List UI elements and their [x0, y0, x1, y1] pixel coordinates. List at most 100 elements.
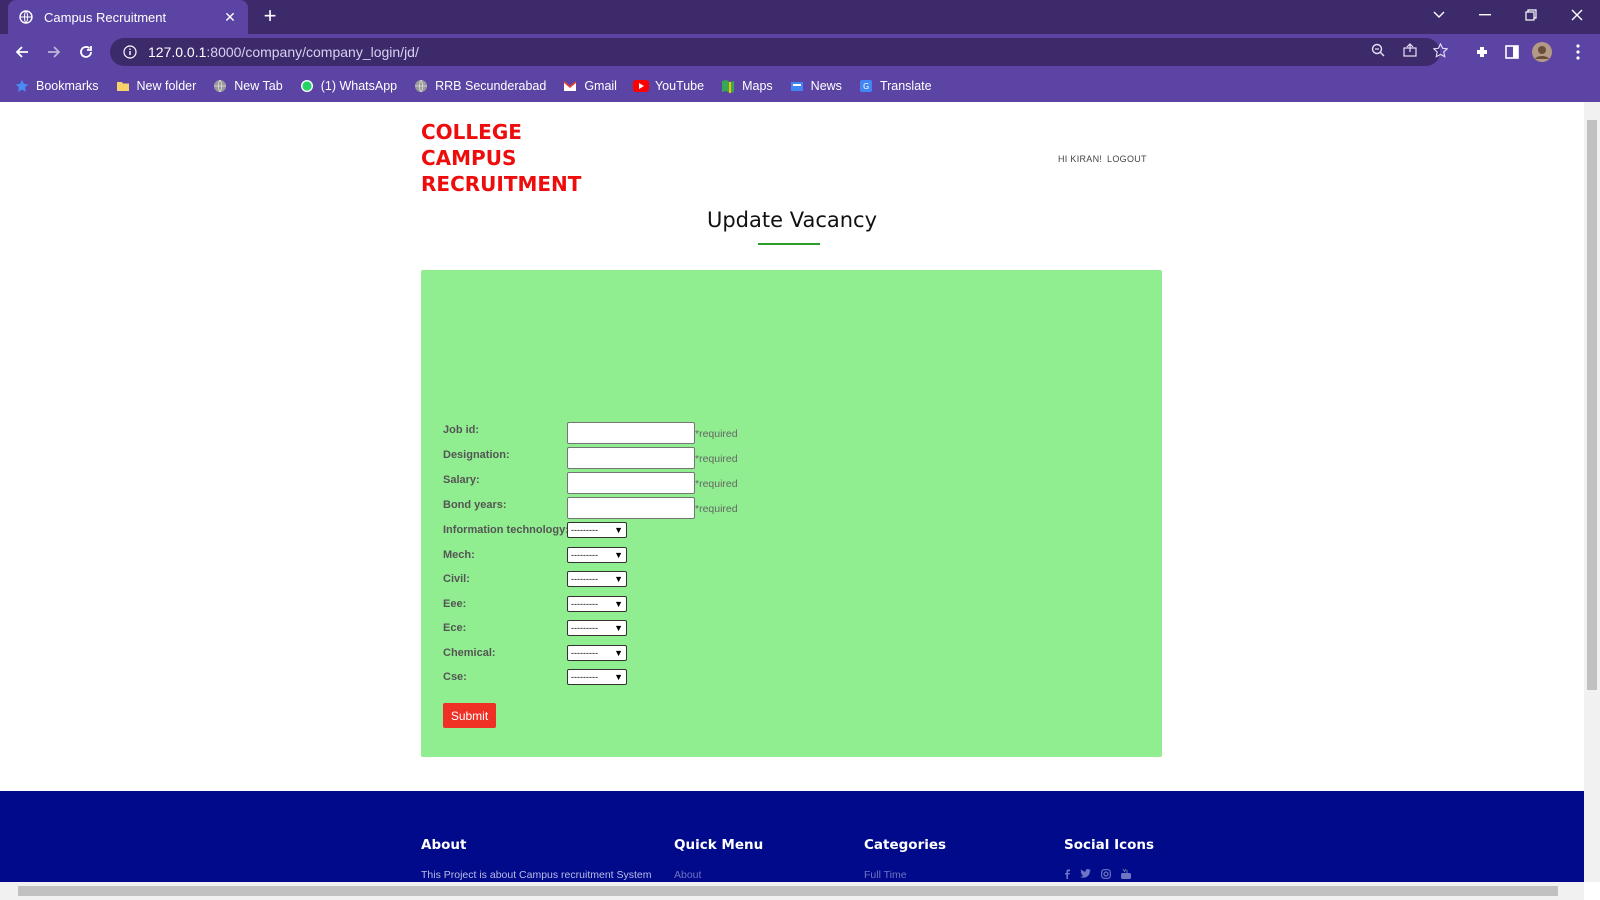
menu-icon[interactable]: [1566, 40, 1590, 64]
form-row-designation: Designation: *required: [443, 447, 738, 469]
bookmark-item[interactable]: New folder: [115, 78, 196, 94]
youtube-icon[interactable]: [1121, 868, 1131, 882]
bookmark-label: News: [810, 79, 842, 93]
ece-select[interactable]: --------- ▼: [567, 620, 627, 636]
back-icon[interactable]: [10, 40, 34, 64]
vertical-scrollbar[interactable]: [1584, 102, 1600, 882]
url-host: 127.0.0.1: [148, 44, 207, 60]
footer-link[interactable]: Full Time: [864, 869, 946, 881]
select-value: ---------: [571, 672, 598, 682]
restore-icon[interactable]: [1508, 0, 1554, 30]
zoom-icon[interactable]: [1368, 40, 1388, 60]
browser-tab[interactable]: Campus Recruitment ✕: [8, 0, 248, 34]
horizontal-scrollbar[interactable]: [0, 882, 1584, 900]
bookmark-star-icon[interactable]: [1430, 40, 1450, 60]
tab-title: Campus Recruitment: [44, 9, 167, 25]
reload-icon[interactable]: [74, 40, 98, 64]
scrollbar-thumb[interactable]: [1587, 120, 1597, 690]
scrollbar-thumb[interactable]: [18, 886, 1558, 896]
mech-label: Mech:: [443, 549, 475, 561]
instagram-icon[interactable]: [1101, 869, 1111, 882]
bond-years-label: Bond years:: [443, 499, 507, 511]
submit-button[interactable]: Submit: [443, 703, 496, 728]
form-row-cse: Cse: --------- ▼: [443, 669, 627, 691]
mech-select[interactable]: --------- ▼: [567, 547, 627, 563]
globe-icon: [18, 9, 34, 25]
bookmark-label: New Tab: [234, 79, 283, 93]
side-panel-icon[interactable]: [1500, 40, 1524, 64]
bookmark-item[interactable]: News: [789, 78, 842, 94]
site-logo[interactable]: COLLEGE CAMPUS RECRUITMENT: [421, 119, 581, 197]
tab-search-icon[interactable]: [1416, 0, 1462, 30]
logout-link[interactable]: LOGOUT: [1107, 154, 1147, 164]
social-icons: [1064, 868, 1154, 882]
bookmark-item[interactable]: (1) WhatsApp: [299, 78, 397, 94]
page-title: Update Vacancy: [706, 208, 878, 232]
site-info-icon[interactable]: [122, 44, 138, 60]
new-tab-button[interactable]: +: [258, 5, 282, 29]
gmail-icon: [562, 78, 578, 94]
civil-select[interactable]: --------- ▼: [567, 571, 627, 587]
bookmark-item[interactable]: New Tab: [212, 78, 283, 94]
footer-about: About This Project is about Campus recru…: [421, 837, 652, 881]
cse-select[interactable]: --------- ▼: [567, 669, 627, 685]
globe-icon: [413, 78, 429, 94]
chemical-select[interactable]: --------- ▼: [567, 645, 627, 661]
footer-link[interactable]: About: [674, 869, 763, 881]
footer-heading: About: [421, 837, 467, 853]
eee-select[interactable]: --------- ▼: [567, 596, 627, 612]
brand-line: COLLEGE: [421, 120, 522, 144]
whatsapp-icon: [299, 78, 315, 94]
bond-years-input[interactable]: [567, 497, 695, 519]
required-note: *required: [695, 478, 738, 490]
chevron-down-icon: ▼: [614, 672, 623, 682]
translate-icon: G: [858, 78, 874, 94]
salary-input[interactable]: [567, 472, 695, 494]
form-row-chemical: Chemical: --------- ▼: [443, 645, 627, 667]
select-value: ---------: [571, 550, 598, 560]
user-greeting: HI KIRAN!: [1058, 154, 1103, 164]
svg-text:G: G: [863, 82, 869, 91]
designation-input[interactable]: [567, 447, 695, 469]
select-value: ---------: [571, 623, 598, 633]
bookmark-label: Gmail: [584, 79, 617, 93]
job-id-input[interactable]: [567, 422, 695, 444]
twitter-icon[interactable]: [1080, 869, 1091, 882]
ece-label: Ece:: [443, 622, 467, 634]
salary-label: Salary:: [443, 474, 480, 486]
close-window-icon[interactable]: [1554, 0, 1600, 30]
form-row-ece: Ece: --------- ▼: [443, 620, 627, 642]
browser-toolbar: 127.0.0.1:8000/company/company_login/jd/: [0, 34, 1600, 70]
bookmark-item[interactable]: RRB Secunderabad: [413, 78, 546, 94]
civil-label: Civil:: [443, 573, 470, 585]
required-note: *required: [695, 453, 738, 465]
close-tab-icon[interactable]: ✕: [222, 9, 238, 25]
forward-icon[interactable]: [42, 40, 66, 64]
eee-label: Eee:: [443, 598, 467, 610]
bookmark-label: RRB Secunderabad: [435, 79, 547, 93]
chevron-down-icon: ▼: [614, 550, 623, 560]
footer-heading: Quick Menu: [674, 837, 764, 853]
bookmark-item[interactable]: Gmail: [562, 78, 617, 94]
profile-avatar[interactable]: [1530, 40, 1554, 64]
address-bar[interactable]: 127.0.0.1:8000/company/company_login/jd/: [110, 38, 1440, 66]
browser-tabstrip: Campus Recruitment ✕ +: [0, 0, 1600, 34]
select-value: ---------: [571, 574, 598, 584]
page-viewport: COLLEGE CAMPUS RECRUITMENT HI KIRAN! LOG…: [0, 102, 1584, 882]
bookmark-item[interactable]: Maps: [720, 78, 773, 94]
minimize-icon[interactable]: [1462, 0, 1508, 30]
bookmark-label: Maps: [742, 79, 773, 93]
chevron-down-icon: ▼: [614, 574, 623, 584]
bookmark-item[interactable]: Bookmarks: [14, 78, 99, 94]
bookmark-label: Translate: [879, 79, 932, 93]
vacancy-form: Job id: *required Designation: *required…: [421, 270, 1162, 757]
extensions-icon[interactable]: [1470, 40, 1494, 64]
youtube-icon: [632, 78, 649, 94]
facebook-icon[interactable]: [1064, 869, 1070, 882]
it-select[interactable]: --------- ▼: [567, 522, 627, 538]
share-icon[interactable]: [1400, 40, 1420, 60]
footer-categories: Categories Full Time: [864, 837, 946, 881]
chemical-label: Chemical:: [443, 647, 496, 659]
bookmark-item[interactable]: G Translate: [858, 78, 932, 94]
bookmark-item[interactable]: YouTube: [632, 78, 704, 94]
